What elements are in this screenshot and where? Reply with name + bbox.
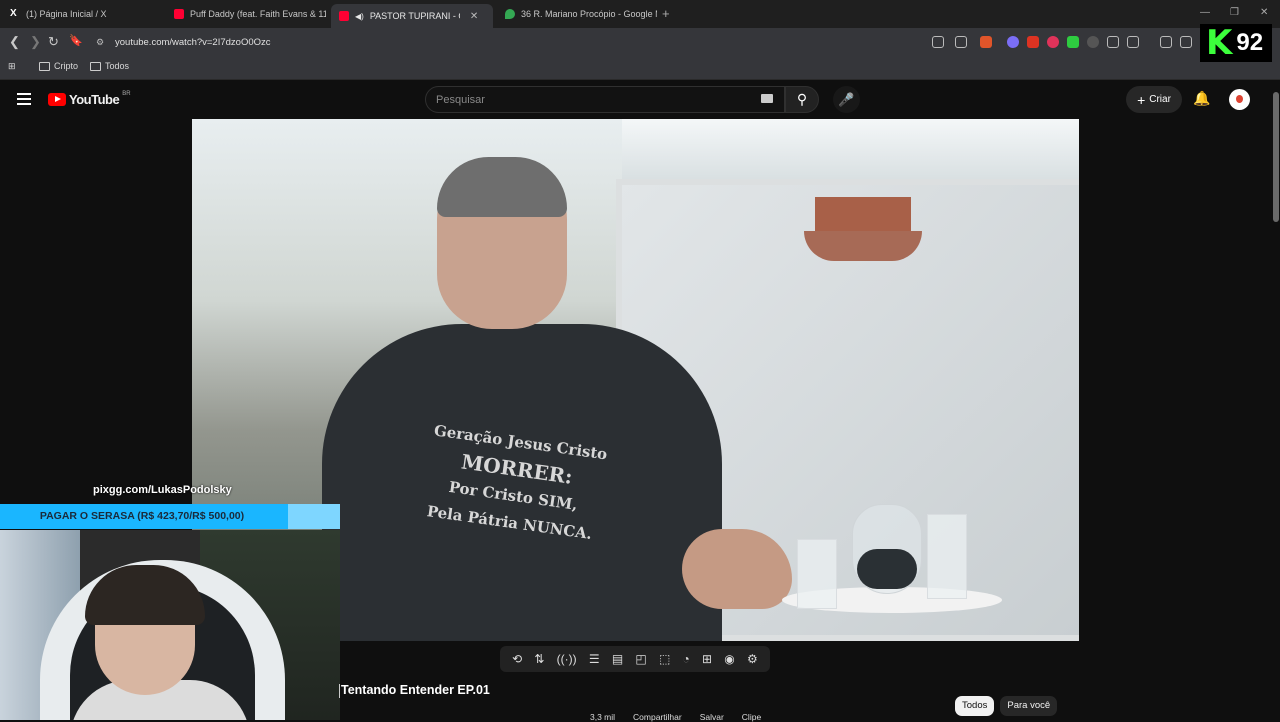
folder-icon bbox=[39, 61, 50, 71]
camera-icon[interactable]: ◉ bbox=[724, 652, 734, 666]
playlist-icon[interactable]: ☰ bbox=[589, 652, 600, 666]
gear-icon[interactable]: ⚙ bbox=[747, 652, 758, 666]
share-icon[interactable] bbox=[955, 36, 967, 48]
like-button[interactable]: 3,3 mil bbox=[590, 712, 615, 722]
video-scene-hands-sculpture bbox=[804, 231, 922, 261]
tab-label: PASTOR TUPIRANI - O PASTO bbox=[369, 11, 460, 21]
tab-label: 36 R. Mariano Procópio - Google Ma bbox=[521, 9, 657, 19]
youtube-icon bbox=[174, 9, 184, 19]
clip-button[interactable]: Clipe bbox=[742, 712, 761, 722]
speaker-icon: ◀) bbox=[355, 11, 364, 21]
menu-icon[interactable] bbox=[17, 93, 31, 105]
music-icon[interactable] bbox=[1160, 36, 1172, 48]
mini-player-icon[interactable]: ⬚ bbox=[659, 652, 670, 666]
country-code: BR bbox=[122, 90, 131, 97]
bookmark-icon[interactable]: 🔖 bbox=[69, 34, 83, 47]
folder-icon bbox=[90, 61, 101, 71]
youtube-icon bbox=[339, 11, 349, 21]
site-info-icon[interactable]: ⚙ bbox=[96, 37, 104, 48]
url-text: youtube.com/watch?v=2I7dzoO0Ozc bbox=[115, 36, 271, 48]
sort-icon[interactable]: ⇅ bbox=[534, 652, 544, 666]
bookmark-label: Cripto bbox=[54, 61, 79, 71]
kick-logo-icon: K bbox=[1206, 23, 1233, 63]
brave-shield-icon[interactable] bbox=[980, 36, 992, 48]
search-icon: ⚲ bbox=[796, 91, 808, 107]
video-actions: 3,3 mil Compartilhar Salvar Clipe bbox=[590, 712, 761, 722]
browser-tab-x[interactable]: X (1) Página Inicial / X bbox=[2, 4, 162, 24]
bookmark-folder-cripto[interactable]: Cripto bbox=[39, 61, 78, 71]
save-button[interactable]: Salvar bbox=[700, 712, 724, 722]
notifications-bell-icon[interactable]: 🔔 bbox=[1193, 90, 1210, 107]
video-scene-glass bbox=[927, 514, 967, 599]
browser-tab-active-video[interactable]: ◀) PASTOR TUPIRANI - O PASTO ✕ bbox=[331, 4, 493, 28]
apps-grid-icon[interactable]: ⊞ bbox=[8, 61, 16, 72]
scrollbar-thumb[interactable] bbox=[1273, 92, 1279, 222]
speed-icon[interactable]: ◔ bbox=[683, 652, 690, 666]
tab-label: (1) Página Inicial / X bbox=[26, 9, 107, 19]
close-tab-icon[interactable]: ✕ bbox=[470, 11, 478, 22]
screenshot-icon[interactable] bbox=[1127, 36, 1139, 48]
create-button[interactable]: + Criar bbox=[1126, 86, 1182, 113]
stream-viewer-badge: K 92 bbox=[1200, 24, 1272, 62]
bookmarks-bar: ⊞ Cripto Todos bbox=[0, 56, 1280, 80]
back-icon[interactable]: ❮ bbox=[9, 34, 20, 50]
picture-in-picture-icon[interactable]: ◰ bbox=[635, 652, 646, 666]
tab-label: Puff Daddy (feat. Faith Evans & 112) bbox=[190, 9, 326, 19]
maps-pin-icon bbox=[505, 9, 515, 19]
youtube-header: YouTube BR Pesquisar ⚲ 🎤 + Criar 🔔 bbox=[0, 80, 1280, 120]
browser-nav-bar: ❮ ❯ ↻ 🔖 ⚙ youtube.com/watch?v=2I7dzoO0Oz… bbox=[0, 28, 1280, 56]
search-input[interactable]: Pesquisar bbox=[425, 86, 785, 113]
voice-search-button[interactable]: 🎤 bbox=[833, 86, 860, 113]
bookmark-folder-todos[interactable]: Todos bbox=[90, 61, 129, 71]
video-extension-toolbar: ⟲ ⇅ ((·)) ☰ ▤ ◰ ⬚ ◔ ⊞ ◉ ⚙ bbox=[500, 646, 770, 672]
browser-tab-bar: X (1) Página Inicial / X Puff Daddy (fea… bbox=[0, 0, 1280, 28]
loop-icon[interactable]: ⟲ bbox=[512, 652, 522, 666]
close-window-icon[interactable]: ✕ bbox=[1260, 7, 1268, 18]
keyboard-icon[interactable] bbox=[761, 94, 773, 103]
audio-icon[interactable]: ((·)) bbox=[557, 652, 577, 666]
plus-icon: + bbox=[1137, 91, 1146, 108]
logo-text: YouTube bbox=[69, 92, 120, 107]
minimize-icon[interactable]: — bbox=[1200, 7, 1210, 18]
video-scene-carafe bbox=[852, 504, 922, 594]
pix-donation-link: pixgg.com/LukasPodolsky bbox=[93, 484, 232, 496]
video-scene-glass bbox=[797, 539, 837, 609]
extension-icon[interactable] bbox=[1027, 36, 1039, 48]
streamer-webcam bbox=[0, 530, 340, 720]
chip-todos[interactable]: Todos bbox=[955, 696, 995, 716]
video-scene-hand bbox=[682, 529, 792, 609]
extension-icon[interactable] bbox=[1087, 36, 1099, 48]
sidebar-icon[interactable] bbox=[1180, 36, 1192, 48]
restore-icon[interactable]: ❐ bbox=[1230, 7, 1239, 18]
bookmark-label: Todos bbox=[105, 61, 130, 71]
reload-icon[interactable]: ↻ bbox=[48, 34, 59, 50]
forward-icon[interactable]: ❯ bbox=[30, 34, 41, 50]
new-tab-icon[interactable]: + bbox=[662, 6, 670, 21]
extension-icon[interactable] bbox=[1067, 36, 1079, 48]
avatar[interactable] bbox=[1229, 89, 1250, 110]
search-button[interactable]: ⚲ bbox=[785, 86, 819, 113]
x-icon: X bbox=[10, 8, 17, 19]
create-label: Criar bbox=[1149, 94, 1171, 105]
donation-goal-bar: PAGAR O SERASA (R$ 423,70/R$ 500,00) bbox=[0, 504, 340, 529]
donation-goal-text: PAGAR O SERASA (R$ 423,70/R$ 500,00) bbox=[39, 510, 245, 522]
add-icon[interactable]: ⊞ bbox=[702, 652, 712, 666]
cinema-icon[interactable]: ▤ bbox=[612, 652, 623, 666]
youtube-logo[interactable]: YouTube BR bbox=[48, 90, 131, 107]
share-button[interactable]: Compartilhar bbox=[633, 712, 682, 722]
recommendation-chips: Todos Para você bbox=[955, 696, 1058, 716]
cast-icon[interactable] bbox=[932, 36, 944, 48]
puzzle-icon[interactable] bbox=[1107, 36, 1119, 48]
extension-icon[interactable] bbox=[1047, 36, 1059, 48]
browser-tab-maps[interactable]: 36 R. Mariano Procópio - Google Ma bbox=[497, 4, 657, 24]
video-title: Tentando Entender EP.01 bbox=[339, 683, 490, 698]
page-scrollbar[interactable] bbox=[1272, 80, 1280, 720]
chip-para-voce[interactable]: Para você bbox=[1000, 696, 1058, 716]
microphone-icon: 🎤 bbox=[838, 92, 855, 107]
viewer-count: 92 bbox=[1236, 29, 1264, 56]
browser-tab-youtube-music[interactable]: Puff Daddy (feat. Faith Evans & 112) bbox=[166, 4, 326, 24]
youtube-play-icon bbox=[48, 93, 66, 106]
video-scene-window-top bbox=[622, 119, 1079, 179]
extension-icon[interactable] bbox=[1007, 36, 1019, 48]
